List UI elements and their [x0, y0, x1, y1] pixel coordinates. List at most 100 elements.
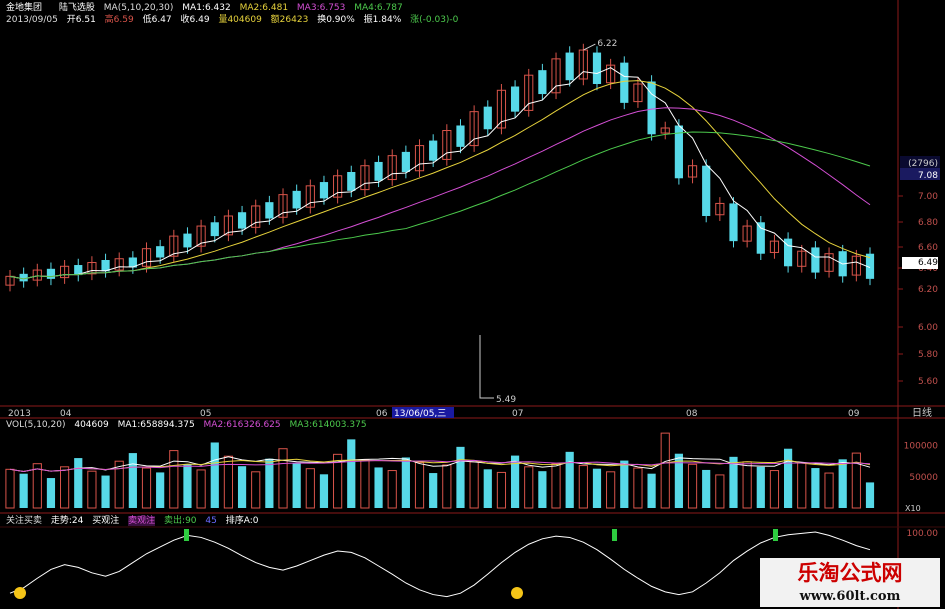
volume-bar-down — [592, 468, 602, 508]
ind-rank: 排序A:0 — [225, 516, 259, 526]
volume-bar-down — [538, 471, 547, 508]
volume-bar-up — [496, 471, 507, 509]
ind-sell-watch: 卖观注 — [128, 516, 156, 526]
ind-sell: 卖出:90 — [164, 516, 197, 526]
candle-down — [374, 161, 383, 181]
volume-bar-up — [469, 461, 479, 509]
volume-bar-down — [702, 469, 711, 508]
vol-ma1: MA1:658894.375 — [117, 420, 195, 430]
candle-down — [183, 233, 192, 248]
ma-params: MA(5,10,20,30) — [103, 3, 174, 13]
volume-bar-up — [5, 468, 15, 509]
ma5-line — [9, 67, 871, 280]
vol-tick-100000: 100000 — [904, 442, 939, 452]
candle-down — [456, 125, 465, 147]
candle-down — [156, 246, 165, 258]
ind-label: 关注买卖 — [6, 516, 43, 526]
date-axis-label: 09 — [848, 409, 860, 419]
high-marker-label: 6.22 — [597, 39, 617, 49]
volume-bar-down — [292, 463, 301, 508]
price-tick-label: 6.20 — [918, 285, 938, 295]
ind-tick: 100.00 — [907, 529, 939, 539]
vol-ma3: MA3:614003.375 — [289, 420, 367, 430]
volume-bar-up — [797, 462, 807, 509]
candle-down — [19, 273, 28, 282]
quote-high: 高6.59 — [104, 15, 134, 25]
low-marker-line — [479, 335, 494, 399]
watermark-title: 乐淘公式网 — [760, 558, 940, 588]
quote-amplitude: 振1.84% — [363, 15, 402, 25]
candle-down — [620, 62, 629, 103]
volume-bar-down — [838, 459, 847, 508]
period-label: 日线 — [912, 406, 932, 419]
candle-down — [265, 202, 274, 219]
candle-down — [210, 222, 219, 237]
volume-bar-down — [74, 458, 83, 508]
signal-bar — [184, 529, 189, 541]
signal-bar — [773, 529, 778, 541]
candle-down — [510, 86, 520, 112]
volume-bar-up — [196, 469, 206, 509]
ma3-value: MA3:6.753 — [296, 3, 346, 13]
quote-turnover: 换0.90% — [317, 15, 355, 25]
header-line-1: 金地集团 陆飞选股 MA(5,10,20,30) MA1:6.432 MA2:6… — [6, 3, 403, 14]
price-tick-label: 5.80 — [918, 350, 938, 360]
volume-bar-down — [647, 473, 656, 508]
volume-bar-up — [660, 432, 670, 509]
volume-bar-down — [347, 439, 356, 508]
price-box-top: (2796) — [908, 159, 938, 169]
volume-bar-down — [210, 442, 219, 508]
volume-bar-up — [824, 472, 834, 509]
volume-bar-down — [756, 466, 765, 508]
candle-down — [538, 70, 547, 95]
ind-trend: 走势:24 — [50, 516, 84, 526]
high-marker-line — [583, 43, 596, 51]
last-price-box: 6.49 — [902, 257, 938, 269]
candle-down — [401, 151, 410, 172]
volume-bar-down — [156, 472, 165, 508]
header-line-2: 2013/09/05 开6.51 高6.59 低6.47 收6.49 量4046… — [6, 15, 458, 26]
date-axis-label: 2013 — [8, 409, 31, 419]
volume-bar-up — [551, 463, 561, 509]
smiley-icon — [14, 587, 26, 599]
candle-down — [729, 203, 738, 242]
volume-bar-up — [633, 467, 643, 509]
cursor-date-label: 13/06/05,三 — [394, 409, 446, 419]
candle-down — [292, 190, 301, 209]
ma20-line — [9, 107, 871, 280]
ma10-line — [9, 80, 871, 280]
candle-down — [811, 247, 820, 273]
ma4-value: MA4:6.787 — [354, 3, 403, 13]
volume-bar-down — [183, 464, 192, 508]
volume-bar-up — [851, 452, 861, 509]
candle-down — [483, 106, 492, 130]
volume-bar-up — [606, 471, 616, 509]
candle-down — [592, 52, 602, 84]
volume-bar-down — [429, 473, 438, 508]
volume-bar-down — [46, 478, 56, 508]
volume-bar-up — [87, 470, 97, 509]
volume-bar-down — [319, 474, 329, 508]
price-tick-label: 7.00 — [918, 192, 938, 202]
candle-down — [347, 172, 356, 191]
volume-bar-down — [237, 466, 247, 508]
volume-bar-up — [360, 459, 370, 509]
vol-tick-50000: 50000 — [909, 473, 938, 483]
volume-bar-up — [60, 466, 70, 509]
volume-bar-up — [769, 470, 780, 509]
ma2-value: MA2:6.481 — [239, 3, 289, 13]
volume-bar-down — [401, 457, 410, 508]
volume-bar-up — [387, 470, 397, 509]
volume-bar-up — [742, 461, 752, 509]
candle-down — [429, 140, 438, 161]
volume-bar-down — [456, 446, 465, 508]
volume-bar-down — [620, 460, 629, 508]
signal-bar — [612, 529, 617, 541]
low-marker-label: 5.49 — [496, 395, 516, 405]
price-tick-label: 6.80 — [918, 218, 938, 228]
volume-bar-up — [278, 448, 288, 509]
volume-bar-up — [251, 471, 261, 509]
volume-bar-up — [414, 461, 425, 509]
date-axis-label: 07 — [512, 409, 523, 419]
volume-bar-up — [442, 464, 452, 509]
